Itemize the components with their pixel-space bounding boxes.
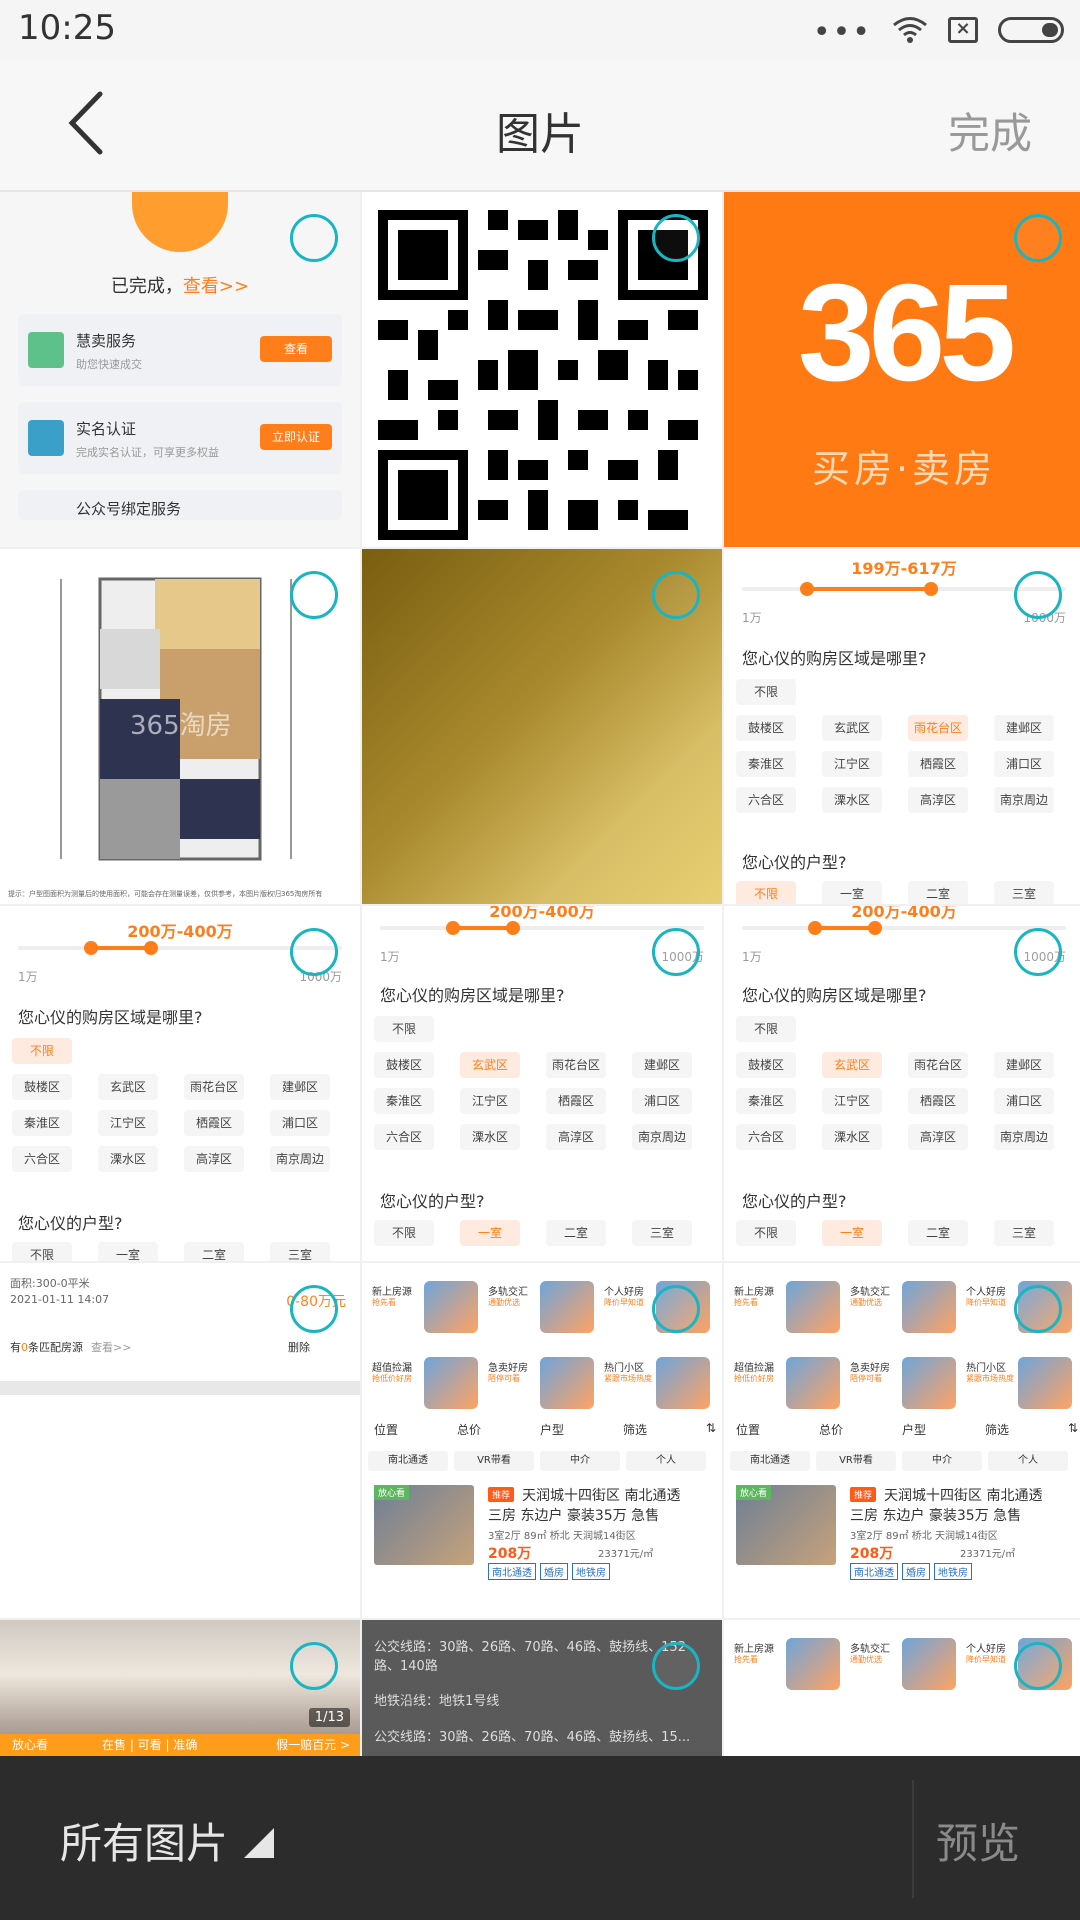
brand-logo: 365 bbox=[797, 256, 1016, 410]
status-icons: ••• × bbox=[813, 12, 1064, 48]
app-bar: 图片 完成 bbox=[0, 60, 1080, 192]
listing: 放心看 推荐 天润城十四街区 南北通透 三房 东边户 豪装35万 急售 3室2厅… bbox=[362, 1477, 722, 1618]
image-thumb-11[interactable]: 新上房源 抢先看 多轨交汇 通勤优选 个人好房 降价早知道 超值捡漏 抢低价好房 急卖好… bbox=[362, 1263, 722, 1618]
train-icon bbox=[540, 1281, 594, 1333]
image-thumb-2[interactable] bbox=[362, 192, 722, 547]
divider bbox=[912, 1780, 914, 1898]
status-time: 10:25 bbox=[18, 8, 116, 48]
image-thumb-6[interactable]: 199万-617万 1万 1000万 您心仪的购房区域是哪里? 不限 鼓楼区 玄… bbox=[724, 549, 1080, 904]
house-icon bbox=[424, 1281, 478, 1333]
mascot-icon bbox=[132, 192, 228, 252]
image-thumb-7[interactable]: 200万-400万 1万 1000万 您心仪的购房区域是哪里? 不限 鼓楼区 玄… bbox=[0, 906, 360, 1261]
image-thumb-12[interactable]: 新上房源 抢先看 多轨交汇 通勤优选 个人好房 降价早知道 超值捡漏 抢低价好房 急卖好… bbox=[724, 1263, 1080, 1618]
select-circle[interactable] bbox=[652, 214, 700, 262]
photo-counter: 1/13 bbox=[308, 1708, 350, 1727]
image-thumb-5[interactable] bbox=[362, 549, 722, 904]
select-circle[interactable] bbox=[1014, 1285, 1062, 1333]
select-circle[interactable] bbox=[652, 928, 700, 976]
select-circle[interactable] bbox=[652, 1642, 700, 1690]
image-grid: 已完成，查看>> 慧卖服务 助您快速成交 查看 实名认证 完成实名认证，可享更多… bbox=[0, 192, 1080, 1756]
wifi-icon bbox=[893, 17, 927, 43]
select-circle[interactable] bbox=[290, 571, 338, 619]
image-thumb-1[interactable]: 已完成，查看>> 慧卖服务 助您快速成交 查看 实名认证 完成实名认证，可享更多… bbox=[0, 192, 360, 547]
album-selector[interactable]: 所有图片 bbox=[60, 1810, 228, 1871]
select-circle[interactable] bbox=[290, 214, 338, 262]
district-chips: 不限 鼓楼区 玄武区 雨花台区 建邺区 秦淮区 江宁区 栖霞区 浦口区 六合区 … bbox=[736, 679, 1072, 813]
page-title: 图片 bbox=[496, 109, 584, 160]
select-circle[interactable] bbox=[652, 571, 700, 619]
done-button[interactable]: 完成 bbox=[948, 100, 1032, 161]
select-circle[interactable] bbox=[1014, 928, 1062, 976]
qr-code-icon bbox=[378, 210, 708, 540]
battery-icon bbox=[998, 17, 1064, 43]
image-thumb-9[interactable]: 200万-400万 1万 1000万 您心仪的购房区域是哪里? 不限 鼓楼区 玄… bbox=[724, 906, 1080, 1261]
select-circle[interactable] bbox=[290, 928, 338, 976]
service-card: 慧卖服务 助您快速成交 查看 bbox=[18, 314, 342, 386]
image-thumb-15[interactable]: 新上房源 抢先看 多轨交汇 通勤优选 个人好房 降价早知道 bbox=[724, 1620, 1080, 1756]
shield-icon bbox=[28, 420, 64, 456]
select-circle[interactable] bbox=[1014, 1642, 1062, 1690]
verify-card: 实名认证 完成实名认证，可享更多权益 立即认证 bbox=[18, 402, 342, 474]
svg-text:365淘房: 365淘房 bbox=[130, 711, 232, 741]
ruler-icon bbox=[28, 332, 64, 368]
home-icon bbox=[540, 1357, 594, 1409]
completed-heading: 已完成，查看>> bbox=[110, 276, 250, 297]
partial-card: 公众号绑定服务 bbox=[18, 490, 342, 520]
image-thumb-14[interactable]: 公交线路：30路、26路、70路、46路、鼓扬线、152路、140路 地铁沿线：… bbox=[362, 1620, 722, 1756]
dropdown-triangle-icon[interactable] bbox=[244, 1828, 274, 1858]
bottom-bar: 所有图片 预览 bbox=[0, 1756, 1080, 1920]
image-thumb-8[interactable]: 200万-400万 1万 1000万 您心仪的购房区域是哪里? 不限 鼓楼区 玄… bbox=[362, 906, 722, 1261]
image-thumb-10[interactable]: 面积:300-0平米 2021-01-11 14:07 0-80万元 有0条匹配… bbox=[0, 1263, 360, 1618]
image-thumb-4[interactable]: 365淘房 提示：户型图面积为测量后的使用面积，可能会存在测量误差，仅供参考，本… bbox=[0, 549, 360, 904]
more-dots-icon: ••• bbox=[812, 15, 872, 50]
image-thumb-3[interactable]: 365 买房·卖房 bbox=[724, 192, 1080, 547]
brand-tagline: 买房·卖房 bbox=[811, 447, 997, 491]
preview-button[interactable]: 预览 bbox=[936, 1810, 1020, 1871]
select-circle[interactable] bbox=[1014, 571, 1062, 619]
select-circle[interactable] bbox=[1014, 214, 1062, 262]
image-thumb-13[interactable]: 1/13 放心看 在售 | 可看 | 准确 假一赔百元 > bbox=[0, 1620, 360, 1756]
select-circle[interactable] bbox=[290, 1642, 338, 1690]
select-circle[interactable] bbox=[652, 1285, 700, 1333]
status-bar: 10:25 ••• × bbox=[0, 0, 1080, 60]
metro-route: 地铁沿线：地铁1号线 bbox=[374, 1694, 500, 1709]
no-sim-icon: × bbox=[948, 17, 978, 43]
building-icon bbox=[424, 1357, 478, 1409]
select-circle[interactable] bbox=[290, 1285, 338, 1333]
phone-icon bbox=[656, 1357, 710, 1409]
